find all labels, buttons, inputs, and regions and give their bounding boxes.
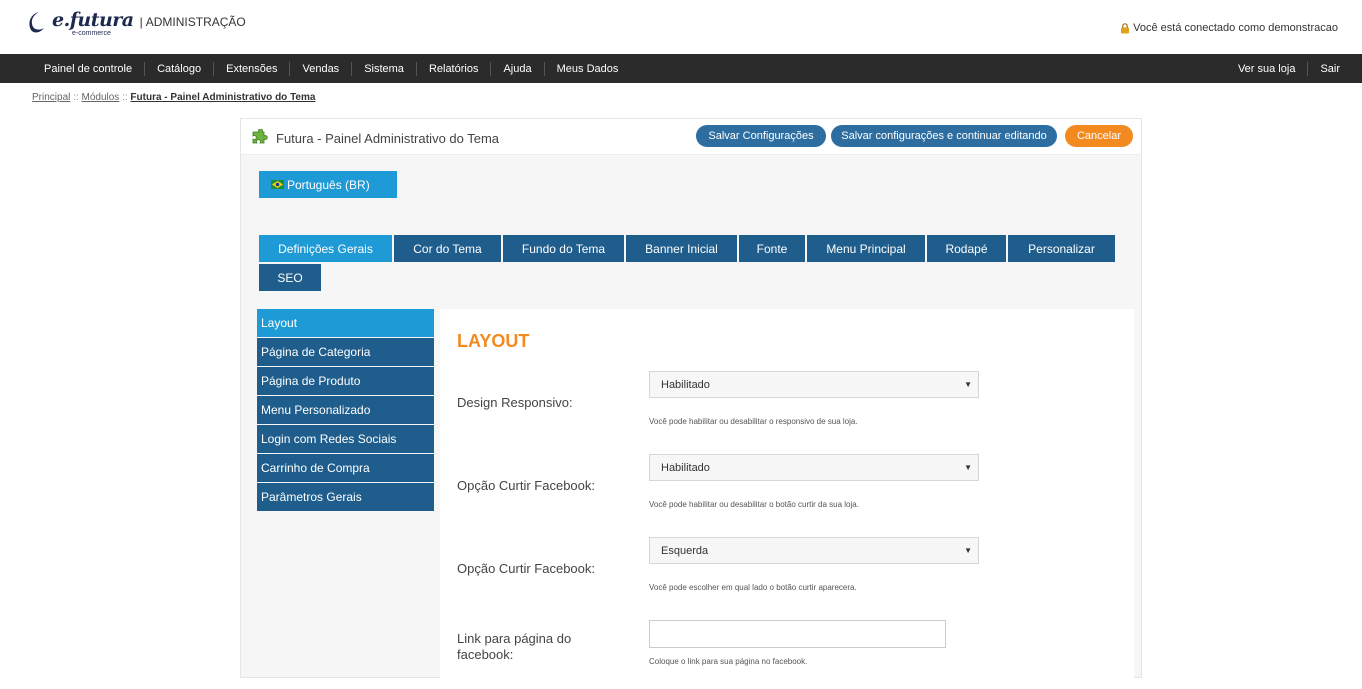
logo-text: e.futura e-commerce (52, 10, 134, 37)
tab-font[interactable]: Fonte (739, 235, 805, 262)
panel-title-text: Futura - Painel Administrativo do Tema (276, 130, 500, 146)
panel-title: Futura - Painel Administrativo do Tema (251, 129, 499, 147)
top-menu-bar: Painel de controle Catálogo Extensões Ve… (0, 54, 1362, 83)
field-hint: Você pode habilitar ou desabilitar o res… (649, 417, 858, 426)
main-menu: Painel de controle Catálogo Extensões Ve… (32, 54, 630, 83)
tab-customize[interactable]: Personalizar (1008, 235, 1115, 262)
breadcrumb-separator: :: (122, 92, 128, 103)
sidebar-item-category-page[interactable]: Página de Categoria (257, 338, 434, 366)
caret-down-icon: ▼ (964, 380, 972, 389)
logo-sub: e-commerce (72, 30, 111, 37)
menu-item-help[interactable]: Ajuda (491, 61, 545, 76)
sidebar-item-cart[interactable]: Carrinho de Compra (257, 454, 434, 482)
logo-section: | ADMINISTRAÇÃO (140, 15, 246, 29)
puzzle-icon (252, 129, 268, 144)
select-value: Habilitado (661, 378, 710, 391)
save-continue-button[interactable]: Salvar configurações e continuar editand… (831, 125, 1057, 147)
tab-home-banner[interactable]: Banner Inicial (626, 235, 737, 262)
breadcrumb-home[interactable]: Principal (32, 92, 70, 103)
cancel-button[interactable]: Cancelar (1065, 125, 1133, 147)
language-label: Português (BR) (287, 177, 370, 192)
menu-item-dashboard[interactable]: Painel de controle (32, 61, 146, 76)
caret-down-icon: ▼ (964, 546, 972, 555)
menu-item-logout[interactable]: Sair (1308, 62, 1352, 76)
save-button[interactable]: Salvar Configurações (696, 125, 826, 147)
language-button[interactable]: Português (BR) (259, 171, 397, 198)
facebook-like-side-select[interactable]: Esquerda ▼ (649, 537, 979, 564)
tab-general[interactable]: Definições Gerais (259, 235, 392, 262)
sidebar-item-general-params[interactable]: Parâmetros Gerais (257, 483, 434, 511)
logo-brand: e.futura (52, 9, 134, 31)
facebook-like-select[interactable]: Habilitado ▼ (649, 454, 979, 481)
logo-swirl-icon (29, 12, 44, 33)
panel-header: Futura - Painel Administrativo do Tema S… (241, 119, 1141, 155)
menu-item-my-data[interactable]: Meus Dados (545, 62, 631, 76)
tab-footer[interactable]: Rodapé (927, 235, 1006, 262)
tab-theme-background[interactable]: Fundo do Tema (503, 235, 624, 262)
field-label-facebook-like: Opção Curtir Facebook: (457, 478, 596, 493)
menu-item-reports[interactable]: Relatórios (417, 61, 492, 76)
menu-item-view-store[interactable]: Ver sua loja (1226, 61, 1309, 76)
caret-down-icon: ▼ (964, 463, 972, 472)
logo-separator: | (139, 15, 143, 29)
breadcrumb: Principal :: Módulos :: Futura - Painel … (32, 92, 315, 103)
brazil-flag-icon (271, 180, 284, 189)
breadcrumb-current[interactable]: Futura - Painel Administrativo do Tema (130, 92, 315, 103)
select-value: Esquerda (661, 544, 709, 557)
user-status-text: Você está conectado como demonstracao (1133, 22, 1338, 34)
section-title: LAYOUT (457, 331, 530, 351)
layout-content: LAYOUT Design Responsivo: Habilitado ▼ V… (440, 309, 1134, 689)
sidebar-item-layout[interactable]: Layout (257, 309, 434, 337)
menu-item-catalog[interactable]: Catálogo (145, 61, 215, 76)
select-value: Habilitado (661, 461, 710, 474)
menu-item-sales[interactable]: Vendas (290, 61, 353, 76)
tab-main-menu[interactable]: Menu Principal (807, 235, 925, 262)
field-label-facebook-link: Link para página do facebook: (457, 631, 572, 662)
user-status: Você está conectado como demonstracao (1120, 22, 1338, 34)
breadcrumb-modules[interactable]: Módulos (81, 92, 119, 103)
breadcrumb-separator: :: (73, 92, 79, 103)
section-sidebar: Layout Página de Categoria Página de Pro… (257, 309, 434, 512)
menu-item-system[interactable]: Sistema (352, 61, 417, 76)
sidebar-item-custom-menu[interactable]: Menu Personalizado (257, 396, 434, 424)
menu-item-extensions[interactable]: Extensões (214, 61, 291, 76)
tab-seo[interactable]: SEO (259, 264, 321, 291)
tab-theme-color[interactable]: Cor do Tema (394, 235, 501, 262)
responsive-design-select[interactable]: Habilitado ▼ (649, 371, 979, 398)
field-label-facebook-like-side: Opção Curtir Facebook: (457, 561, 596, 576)
user-menu: Ver sua loja Sair (1226, 54, 1352, 83)
header: e.futura e-commerce | ADMINISTRAÇÃO Você … (0, 0, 1362, 53)
sidebar-item-social-login[interactable]: Login com Redes Sociais (257, 425, 434, 453)
field-hint: Você pode habilitar ou desabilitar o bot… (649, 500, 859, 509)
admin-panel: Futura - Painel Administrativo do Tema S… (240, 118, 1142, 689)
field-hint: Você pode escolher em qual lado o botão … (649, 583, 857, 592)
sidebar-item-product-page[interactable]: Página de Produto (257, 367, 434, 395)
facebook-link-input[interactable] (649, 620, 946, 648)
field-label-responsive: Design Responsivo: (457, 395, 573, 410)
logo-section-label: ADMINISTRAÇÃO (145, 15, 246, 29)
logo[interactable]: e.futura e-commerce | ADMINISTRAÇÃO (26, 10, 246, 37)
lock-icon (1121, 22, 1130, 33)
